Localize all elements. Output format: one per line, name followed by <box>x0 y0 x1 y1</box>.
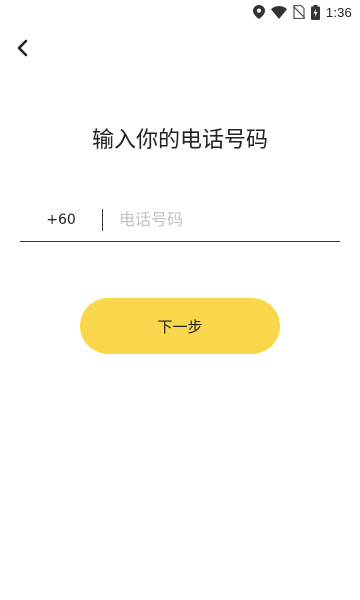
back-button[interactable] <box>10 38 34 62</box>
status-bar: 1:36 <box>0 0 360 24</box>
next-button[interactable]: 下一步 <box>80 298 280 354</box>
location-icon <box>252 4 265 20</box>
field-separator <box>102 208 103 231</box>
wifi-icon <box>270 4 287 20</box>
country-code-selector[interactable]: +60 <box>20 212 102 228</box>
no-sim-icon <box>292 4 305 20</box>
page-title: 输入你的电话号码 <box>91 128 268 153</box>
phone-number-row: +60 <box>20 198 340 242</box>
battery-charging-icon <box>310 4 320 20</box>
chevron-left-icon <box>15 39 29 61</box>
status-time: 1:36 <box>325 4 352 20</box>
phone-number-input[interactable] <box>119 204 319 235</box>
